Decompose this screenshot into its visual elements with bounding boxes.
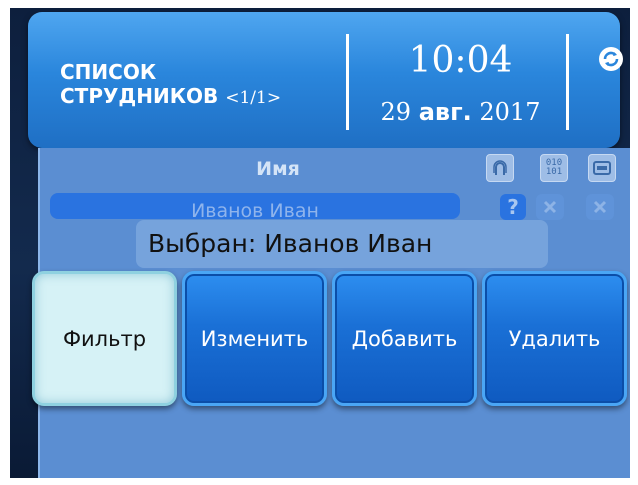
date-year: 2017 [479, 98, 541, 126]
device-screen: СПИСОК СТРУДНИКОВ <1/1> 10:04 29 авг. 20… [10, 8, 630, 478]
card-status-x-icon [586, 194, 614, 220]
card-icon [588, 154, 616, 182]
fingerprint-status: ? [500, 194, 526, 220]
header-bar: СПИСОК СТРУДНИКОВ <1/1> 10:04 29 авг. 20… [28, 12, 623, 148]
code-status-x-icon [536, 194, 564, 220]
date-month: авг. [418, 98, 472, 126]
page-title: СПИСОК СТРУДНИКОВ <1/1> [60, 60, 281, 110]
date-day: 29 [380, 98, 412, 126]
sync-icon[interactable] [598, 46, 624, 72]
delete-button[interactable]: Удалить [482, 271, 627, 406]
add-button[interactable]: Добавить [332, 271, 477, 406]
clock-time: 10:04 [408, 40, 513, 81]
table-row[interactable]: Иванов Иван [50, 193, 460, 219]
code-icon: 010 101 [540, 154, 568, 182]
page-indicator[interactable]: <1/1> [225, 88, 281, 108]
clock-date: 29 авг. 2017 [348, 98, 573, 126]
fingerprint-icon [486, 154, 514, 182]
header-divider [566, 34, 569, 130]
title-line1: СПИСОК [60, 60, 157, 84]
selected-employee-banner: Выбран: Иванов Иван [136, 220, 548, 268]
filter-button[interactable]: Фильтр [32, 271, 177, 406]
title-line2: СТРУДНИКОВ [60, 84, 219, 108]
column-header-name: Имя [256, 158, 300, 180]
row-name: Иванов Иван [191, 200, 319, 219]
edit-button[interactable]: Изменить [182, 271, 327, 406]
